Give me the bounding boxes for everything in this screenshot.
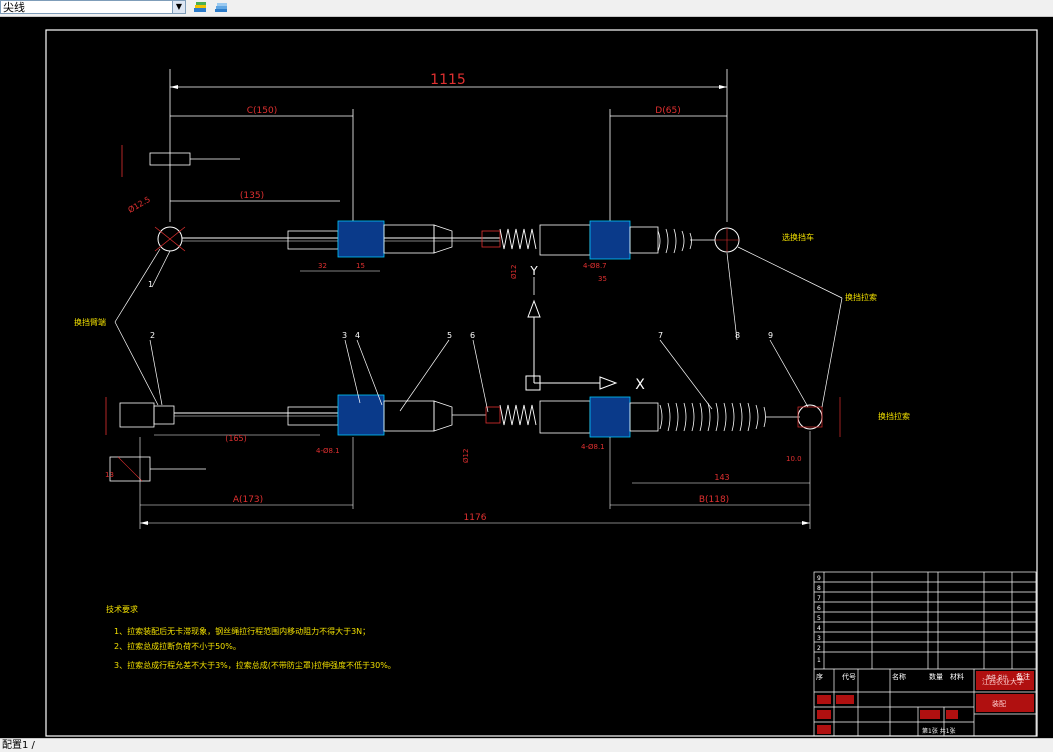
svg-text:8: 8: [817, 585, 821, 592]
svg-text:4: 4: [817, 625, 821, 632]
dim-a173: A(173): [233, 495, 263, 505]
layer-dropdown[interactable]: 尖线 ▼: [0, 0, 186, 14]
tech-item-3: 3、拉索总成行程允差不大于3%，拉索总成(不带防尘罩)拉伸强度不低于30%。: [114, 660, 396, 670]
ucs-icon: X: [525, 299, 645, 393]
svg-text:15: 15: [356, 262, 365, 270]
svg-text:9: 9: [817, 575, 821, 582]
dim-143: 143: [714, 473, 729, 482]
svg-text:Ø12.5: Ø12.5: [126, 194, 152, 215]
balloon-labels: 1 2 3 4 5 6 7 8 9: [148, 280, 773, 340]
tech-item-1: 1、拉索装配后无卡滞现象，钢丝绳拉行程范围内移动阻力不得大于3N；: [114, 626, 370, 636]
dim-1176: 1176: [464, 513, 487, 523]
layer-states-icon[interactable]: [213, 0, 229, 15]
svg-text:13: 13: [105, 471, 114, 479]
tb-col-seq: 序: [816, 672, 823, 681]
label-select-end: 选换挡车: [782, 232, 814, 242]
svg-text:32: 32: [318, 262, 327, 270]
svg-text:Ø12: Ø12: [462, 449, 470, 463]
status-text: 配置1 /: [2, 740, 35, 751]
svg-text:6: 6: [817, 605, 821, 612]
svg-text:4-Ø8.1: 4-Ø8.1: [581, 443, 605, 451]
dim-1115: 1115: [430, 72, 466, 88]
tb-school: 江西农业大学: [982, 677, 1024, 686]
tech-requirements: 技术要求 1、拉索装配后无卡滞现象，钢丝绳拉行程范围内移动阻力不得大于3N； 2…: [106, 604, 396, 670]
status-bar: 配置1 /: [0, 738, 1053, 752]
svg-text:7: 7: [817, 595, 821, 602]
top-assembly: 1115 C(150) (135) D(65) Ø12.5 32 15 4-Ø8…: [121, 69, 814, 295]
tech-item-2: 2、拉索总成拉断负荷不小于50%。: [114, 641, 241, 651]
balloon-7: 7: [658, 331, 663, 340]
svg-text:5: 5: [817, 615, 821, 622]
leaders: [114, 246, 843, 413]
balloon-4: 4: [355, 331, 360, 340]
dim-b118: B(118): [699, 495, 729, 505]
balloon-2: 2: [150, 331, 155, 340]
svg-text:4-Ø8.7: 4-Ø8.7: [583, 262, 607, 270]
layer-dropdown-value: 尖线: [3, 1, 25, 14]
tb-drawing-name: 装配: [992, 699, 1006, 708]
balloon-5: 5: [447, 331, 452, 340]
svg-text:4-Ø8.1: 4-Ø8.1: [316, 447, 340, 455]
cad-drawing: 1115 C(150) (135) D(65) Ø12.5 32 15 4-Ø8…: [45, 29, 1038, 737]
dim-c150: C(150): [247, 106, 278, 116]
dim-165: (165): [225, 434, 247, 443]
svg-text:2: 2: [817, 645, 821, 652]
dim-135: (135): [240, 191, 264, 201]
tb-col-material: 材料: [950, 672, 964, 681]
toolbar: 尖线 ▼: [0, 0, 1053, 17]
chevron-down-icon[interactable]: ▼: [172, 1, 185, 13]
tech-title: 技术要求: [106, 604, 138, 614]
tb-col-qty: 数量: [929, 672, 943, 681]
balloon-1: 1: [148, 280, 153, 289]
svg-text:10.0: 10.0: [786, 455, 802, 463]
axis-x-label: X: [635, 377, 645, 393]
drawing-canvas[interactable]: 1115 C(150) (135) D(65) Ø12.5 32 15 4-Ø8…: [0, 17, 1053, 741]
layer-manager-icon[interactable]: [192, 0, 208, 15]
label-shift-end: 换挡拉索: [845, 292, 877, 302]
svg-text:35: 35: [598, 275, 607, 283]
svg-text:1: 1: [817, 657, 821, 664]
label-bottom-right: 换挡拉索: [878, 411, 910, 421]
balloon-3: 3: [342, 331, 347, 340]
tb-sheet: 第1张 共1张: [922, 727, 956, 735]
axis-y-label: Y: [529, 264, 538, 278]
svg-text:Ø12: Ø12: [510, 265, 518, 279]
tb-col-name: 名称: [892, 672, 906, 681]
balloon-8: 8: [735, 331, 740, 340]
tb-col-code: 代号: [842, 672, 856, 681]
title-block-rows: 9 8 7 6 5 4 3 2 1: [817, 575, 821, 664]
bottom-assembly: 13 (165) 4-Ø8.1 Ø12 4-Ø8.1 换挡拉索 10.0 143…: [105, 394, 910, 529]
label-left-callout: 换挡臂端: [74, 317, 106, 327]
svg-text:3: 3: [817, 635, 821, 642]
balloon-6: 6: [470, 331, 475, 340]
dim-d65: D(65): [655, 106, 680, 116]
balloon-9: 9: [768, 331, 773, 340]
